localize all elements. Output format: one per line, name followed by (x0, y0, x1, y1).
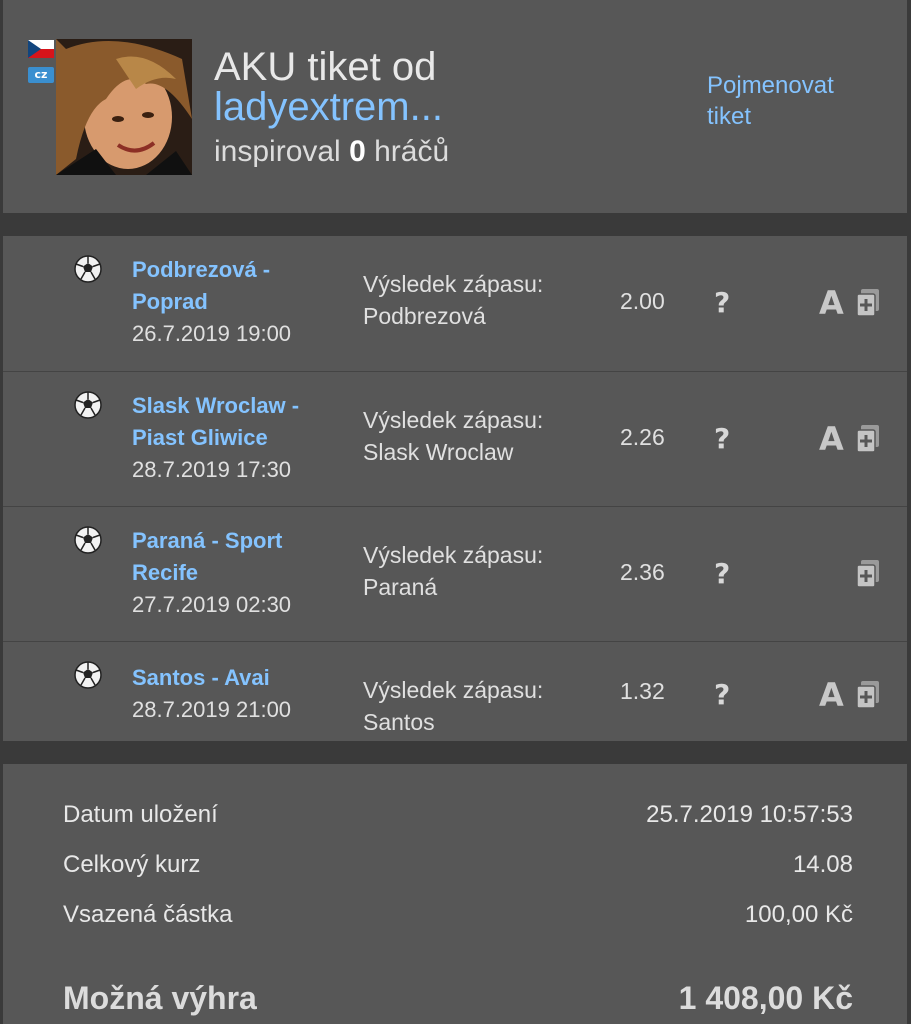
inspired-count: 0 (349, 135, 366, 168)
match-teams-link[interactable]: Paraná - Sport Recife (132, 525, 342, 589)
bet-odds: 2.36 (620, 559, 665, 585)
bet-row: Paraná - Sport Recife 27.7.2019 02:30 Výsl… (3, 506, 907, 641)
bet-row: Santos - Avai 28.7.2019 21:00 Výsledek záp… (3, 641, 907, 776)
selection: Slask Wroclaw (363, 439, 514, 465)
saved-date-label: Datum uložení (63, 801, 218, 828)
match-datetime: 26.7.2019 19:00 (132, 321, 292, 346)
match-datetime: 28.7.2019 21:00 (132, 697, 292, 722)
inspired-count-text: inspiroval 0 hráčů (214, 134, 449, 170)
match-info: Slask Wroclaw - Piast Gliwice 28.7.2019 1… (132, 390, 342, 486)
ticket-summary: Datum uložení 25.7.2019 10:57:53 Celkový… (3, 764, 907, 1024)
add-to-ticket-icon[interactable] (855, 424, 881, 454)
possible-win-label: Možná výhra (63, 980, 257, 1016)
match-datetime: 28.7.2019 17:30 (132, 457, 292, 482)
selection: Paraná (363, 574, 438, 600)
total-odds-label: Celkový kurz (63, 851, 201, 878)
market-label: Výsledek zápasu: (363, 271, 544, 297)
selection: Podbrezová (363, 303, 486, 329)
bet-market: Výsledek zápasu: Slask Wroclaw (363, 404, 593, 468)
stake-label: Vsazená částka (63, 901, 233, 928)
match-info: Paraná - Sport Recife 27.7.2019 02:30 (132, 525, 342, 621)
match-info: Santos - Avai 28.7.2019 21:00 (132, 662, 342, 726)
add-to-ticket-icon[interactable] (855, 288, 881, 318)
ticket-title: AKU tiket od (214, 45, 437, 89)
stake-value: 100,00 Kč (744, 901, 853, 928)
saved-date-value: 25.7.2019 10:57:53 (646, 801, 853, 828)
total-odds-value: 14.08 (792, 851, 853, 878)
soccer-ball-icon (73, 390, 103, 420)
bet-market: Výsledek zápasu: Paraná (363, 539, 593, 603)
selection: Santos (363, 709, 435, 735)
bet-row: Podbrezová - Poprad 26.7.2019 19:00 Výsled… (3, 236, 907, 370)
result-status-icon: ? (714, 678, 731, 711)
market-label: Výsledek zápasu: (363, 407, 544, 433)
possible-win-value: 1 408,00 Kč (678, 980, 853, 1016)
bet-list: Podbrezová - Poprad 26.7.2019 19:00 Výsled… (3, 236, 907, 741)
match-teams-link[interactable]: Slask Wroclaw - Piast Gliwice (132, 390, 342, 454)
ticket-header: cz AKU tiket od ladyextrem... inspiroval… (3, 0, 907, 213)
avatar-image (56, 39, 192, 175)
soccer-ball-icon (73, 660, 103, 690)
czech-flag-icon (28, 40, 54, 58)
bet-market: Výsledek zápasu: Podbrezová (363, 268, 593, 332)
match-teams-link[interactable]: Podbrezová - Poprad (132, 254, 342, 318)
analysis-a-icon[interactable]: A (819, 284, 844, 322)
market-label: Výsledek zápasu: (363, 542, 544, 568)
soccer-ball-icon (73, 254, 103, 284)
username-link[interactable]: ladyextrem... (214, 85, 443, 129)
bet-odds: 1.32 (620, 678, 665, 704)
bet-row: Slask Wroclaw - Piast Gliwice 28.7.2019 1… (3, 371, 907, 506)
match-teams-link[interactable]: Santos - Avai (132, 662, 342, 694)
inspired-suffix: hráčů (374, 135, 450, 168)
analysis-a-icon[interactable]: A (819, 420, 844, 458)
analysis-a-icon[interactable]: A (819, 676, 844, 714)
result-status-icon: ? (714, 557, 731, 590)
bet-odds: 2.00 (620, 288, 665, 314)
result-status-icon: ? (714, 286, 731, 319)
inspired-prefix: inspiroval (214, 135, 341, 168)
bet-market: Výsledek zápasu: Santos (363, 674, 593, 738)
market-label: Výsledek zápasu: (363, 677, 544, 703)
result-status-icon: ? (714, 422, 731, 455)
soccer-ball-icon (73, 525, 103, 555)
rename-ticket-link[interactable]: Pojmenovat tiket (707, 70, 867, 132)
bet-odds: 2.26 (620, 424, 665, 450)
add-to-ticket-icon[interactable] (855, 680, 881, 710)
country-badge: cz (28, 67, 54, 83)
match-datetime: 27.7.2019 02:30 (132, 592, 292, 617)
add-to-ticket-icon[interactable] (855, 559, 881, 589)
match-info: Podbrezová - Poprad 26.7.2019 19:00 (132, 254, 342, 350)
avatar[interactable] (56, 39, 192, 175)
